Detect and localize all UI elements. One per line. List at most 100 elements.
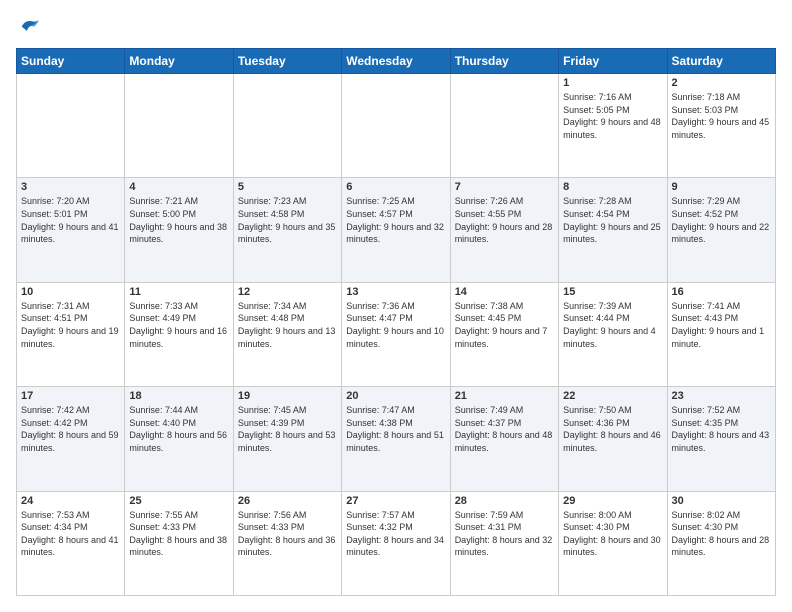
week-row-3: 17 Sunrise: 7:42 AM Sunset: 4:42 PM Dayli… bbox=[17, 387, 776, 491]
calendar-body: 1 Sunrise: 7:16 AM Sunset: 5:05 PM Daylig… bbox=[17, 74, 776, 596]
day-info: Sunrise: 7:38 AM Sunset: 4:45 PM Dayligh… bbox=[455, 300, 554, 350]
day-info: Sunrise: 7:25 AM Sunset: 4:57 PM Dayligh… bbox=[346, 195, 445, 245]
day-number: 12 bbox=[238, 286, 337, 298]
logo-bird-icon bbox=[18, 16, 40, 38]
day-info: Sunrise: 7:47 AM Sunset: 4:38 PM Dayligh… bbox=[346, 404, 445, 454]
day-info: Sunrise: 7:53 AM Sunset: 4:34 PM Dayligh… bbox=[21, 509, 120, 559]
page: SundayMondayTuesdayWednesdayThursdayFrid… bbox=[0, 0, 792, 612]
day-number: 24 bbox=[21, 495, 120, 507]
calendar-cell: 8 Sunrise: 7:28 AM Sunset: 4:54 PM Daylig… bbox=[559, 178, 667, 282]
day-info: Sunrise: 7:29 AM Sunset: 4:52 PM Dayligh… bbox=[672, 195, 771, 245]
weekday-sunday: Sunday bbox=[17, 49, 125, 74]
weekday-wednesday: Wednesday bbox=[342, 49, 450, 74]
calendar-cell: 19 Sunrise: 7:45 AM Sunset: 4:39 PM Dayli… bbox=[233, 387, 341, 491]
header bbox=[16, 16, 776, 38]
day-number: 15 bbox=[563, 286, 662, 298]
day-info: Sunrise: 7:55 AM Sunset: 4:33 PM Dayligh… bbox=[129, 509, 228, 559]
weekday-friday: Friday bbox=[559, 49, 667, 74]
calendar-cell: 15 Sunrise: 7:39 AM Sunset: 4:44 PM Dayli… bbox=[559, 282, 667, 386]
calendar-cell: 10 Sunrise: 7:31 AM Sunset: 4:51 PM Dayli… bbox=[17, 282, 125, 386]
calendar-cell: 6 Sunrise: 7:25 AM Sunset: 4:57 PM Daylig… bbox=[342, 178, 450, 282]
day-number: 11 bbox=[129, 286, 228, 298]
day-number: 21 bbox=[455, 390, 554, 402]
calendar-cell: 4 Sunrise: 7:21 AM Sunset: 5:00 PM Daylig… bbox=[125, 178, 233, 282]
day-number: 4 bbox=[129, 181, 228, 193]
calendar-cell: 23Sunrise: 7:52 AM Sunset: 4:35 PM Dayli… bbox=[667, 387, 775, 491]
calendar-cell: 12Sunrise: 7:34 AM Sunset: 4:48 PM Dayli… bbox=[233, 282, 341, 386]
day-info: Sunrise: 7:36 AM Sunset: 4:47 PM Dayligh… bbox=[346, 300, 445, 350]
day-info: Sunrise: 7:16 AM Sunset: 5:05 PM Dayligh… bbox=[563, 91, 662, 141]
day-number: 16 bbox=[672, 286, 771, 298]
day-info: Sunrise: 7:42 AM Sunset: 4:42 PM Dayligh… bbox=[21, 404, 120, 454]
calendar-cell: 2 Sunrise: 7:18 AM Sunset: 5:03 PM Daylig… bbox=[667, 74, 775, 178]
day-number: 2 bbox=[672, 77, 771, 89]
day-number: 10 bbox=[21, 286, 120, 298]
day-info: Sunrise: 7:45 AM Sunset: 4:39 PM Dayligh… bbox=[238, 404, 337, 454]
day-number: 29 bbox=[563, 495, 662, 507]
calendar-cell: 24 Sunrise: 7:53 AM Sunset: 4:34 PM Dayli… bbox=[17, 491, 125, 595]
weekday-saturday: Saturday bbox=[667, 49, 775, 74]
day-info: Sunrise: 7:59 AM Sunset: 4:31 PM Dayligh… bbox=[455, 509, 554, 559]
weekday-monday: Monday bbox=[125, 49, 233, 74]
calendar-cell: 11Sunrise: 7:33 AM Sunset: 4:49 PM Dayli… bbox=[125, 282, 233, 386]
day-number: 9 bbox=[672, 181, 771, 193]
calendar-cell bbox=[450, 74, 558, 178]
day-number: 28 bbox=[455, 495, 554, 507]
day-number: 25 bbox=[129, 495, 228, 507]
day-info: Sunrise: 7:44 AM Sunset: 4:40 PM Dayligh… bbox=[129, 404, 228, 454]
calendar-cell bbox=[125, 74, 233, 178]
day-info: Sunrise: 7:23 AM Sunset: 4:58 PM Dayligh… bbox=[238, 195, 337, 245]
day-number: 7 bbox=[455, 181, 554, 193]
week-row-4: 24 Sunrise: 7:53 AM Sunset: 4:34 PM Dayli… bbox=[17, 491, 776, 595]
calendar: SundayMondayTuesdayWednesdayThursdayFrid… bbox=[16, 48, 776, 596]
day-info: Sunrise: 8:00 AM Sunset: 4:30 PM Dayligh… bbox=[563, 509, 662, 559]
calendar-cell: 9 Sunrise: 7:29 AM Sunset: 4:52 PM Daylig… bbox=[667, 178, 775, 282]
calendar-cell: 1 Sunrise: 7:16 AM Sunset: 5:05 PM Daylig… bbox=[559, 74, 667, 178]
calendar-cell: 14 Sunrise: 7:38 AM Sunset: 4:45 PM Dayli… bbox=[450, 282, 558, 386]
day-number: 30 bbox=[672, 495, 771, 507]
day-number: 17 bbox=[21, 390, 120, 402]
calendar-cell: 21Sunrise: 7:49 AM Sunset: 4:37 PM Dayli… bbox=[450, 387, 558, 491]
day-info: Sunrise: 7:20 AM Sunset: 5:01 PM Dayligh… bbox=[21, 195, 120, 245]
calendar-cell: 18 Sunrise: 7:44 AM Sunset: 4:40 PM Dayli… bbox=[125, 387, 233, 491]
week-row-1: 3 Sunrise: 7:20 AM Sunset: 5:01 PM Daylig… bbox=[17, 178, 776, 282]
weekday-tuesday: Tuesday bbox=[233, 49, 341, 74]
calendar-cell: 13Sunrise: 7:36 AM Sunset: 4:47 PM Dayli… bbox=[342, 282, 450, 386]
week-row-0: 1 Sunrise: 7:16 AM Sunset: 5:05 PM Daylig… bbox=[17, 74, 776, 178]
weekday-row: SundayMondayTuesdayWednesdayThursdayFrid… bbox=[17, 49, 776, 74]
day-number: 5 bbox=[238, 181, 337, 193]
calendar-header: SundayMondayTuesdayWednesdayThursdayFrid… bbox=[17, 49, 776, 74]
day-number: 18 bbox=[129, 390, 228, 402]
day-info: Sunrise: 7:28 AM Sunset: 4:54 PM Dayligh… bbox=[563, 195, 662, 245]
day-info: Sunrise: 7:21 AM Sunset: 5:00 PM Dayligh… bbox=[129, 195, 228, 245]
day-number: 19 bbox=[238, 390, 337, 402]
day-number: 1 bbox=[563, 77, 662, 89]
day-number: 23 bbox=[672, 390, 771, 402]
calendar-cell bbox=[17, 74, 125, 178]
logo bbox=[16, 16, 40, 38]
day-info: Sunrise: 7:56 AM Sunset: 4:33 PM Dayligh… bbox=[238, 509, 337, 559]
day-number: 26 bbox=[238, 495, 337, 507]
day-number: 3 bbox=[21, 181, 120, 193]
day-info: Sunrise: 7:39 AM Sunset: 4:44 PM Dayligh… bbox=[563, 300, 662, 350]
day-info: Sunrise: 7:50 AM Sunset: 4:36 PM Dayligh… bbox=[563, 404, 662, 454]
calendar-cell: 3 Sunrise: 7:20 AM Sunset: 5:01 PM Daylig… bbox=[17, 178, 125, 282]
day-info: Sunrise: 7:57 AM Sunset: 4:32 PM Dayligh… bbox=[346, 509, 445, 559]
day-info: Sunrise: 7:18 AM Sunset: 5:03 PM Dayligh… bbox=[672, 91, 771, 141]
calendar-cell: 29 Sunrise: 8:00 AM Sunset: 4:30 PM Dayli… bbox=[559, 491, 667, 595]
day-number: 6 bbox=[346, 181, 445, 193]
calendar-cell: 25 Sunrise: 7:55 AM Sunset: 4:33 PM Dayli… bbox=[125, 491, 233, 595]
calendar-cell: 20 Sunrise: 7:47 AM Sunset: 4:38 PM Dayli… bbox=[342, 387, 450, 491]
day-info: Sunrise: 7:26 AM Sunset: 4:55 PM Dayligh… bbox=[455, 195, 554, 245]
day-number: 20 bbox=[346, 390, 445, 402]
day-number: 14 bbox=[455, 286, 554, 298]
day-info: Sunrise: 8:02 AM Sunset: 4:30 PM Dayligh… bbox=[672, 509, 771, 559]
day-number: 22 bbox=[563, 390, 662, 402]
day-info: Sunrise: 7:31 AM Sunset: 4:51 PM Dayligh… bbox=[21, 300, 120, 350]
calendar-cell: 27Sunrise: 7:57 AM Sunset: 4:32 PM Dayli… bbox=[342, 491, 450, 595]
calendar-cell: 30 Sunrise: 8:02 AM Sunset: 4:30 PM Dayli… bbox=[667, 491, 775, 595]
weekday-thursday: Thursday bbox=[450, 49, 558, 74]
calendar-cell: 17 Sunrise: 7:42 AM Sunset: 4:42 PM Dayli… bbox=[17, 387, 125, 491]
day-number: 8 bbox=[563, 181, 662, 193]
week-row-2: 10 Sunrise: 7:31 AM Sunset: 4:51 PM Dayli… bbox=[17, 282, 776, 386]
